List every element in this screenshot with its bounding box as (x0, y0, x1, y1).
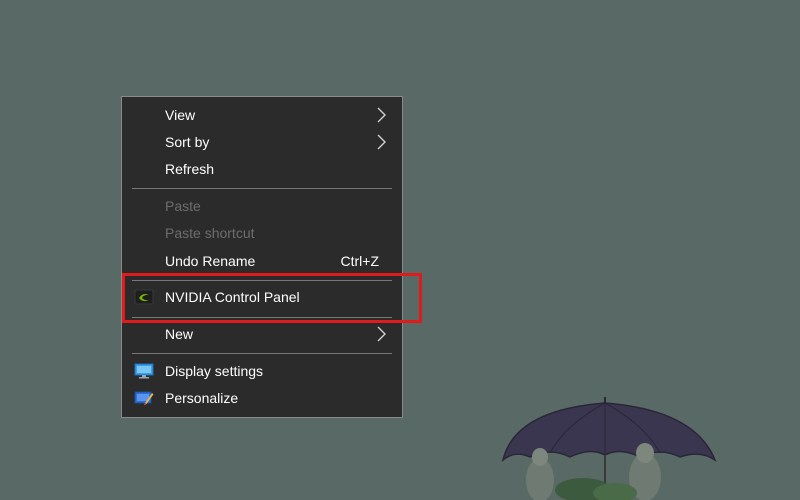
menu-separator (132, 353, 392, 354)
menu-item-view[interactable]: View (122, 102, 402, 129)
chevron-right-icon (377, 326, 386, 342)
menu-item-sort-by[interactable]: Sort by (122, 129, 402, 156)
wallpaper-umbrella-art (501, 397, 717, 500)
menu-item-undo-shortcut: Ctrl+Z (340, 253, 380, 269)
menu-item-undo-rename-label: Undo Rename (165, 253, 256, 269)
menu-item-refresh-label: Refresh (165, 161, 215, 177)
highlight-annotation-box (122, 273, 422, 323)
menu-item-personalize[interactable]: Personalize (122, 385, 402, 412)
desktop-context-menu: View Sort by Refresh Paste Paste shortcu… (121, 96, 403, 418)
menu-item-undo-rename[interactable]: Undo Rename Ctrl+Z (122, 248, 402, 275)
chevron-right-icon (377, 134, 386, 150)
menu-item-sort-by-label: Sort by (165, 134, 210, 150)
menu-item-refresh[interactable]: Refresh (122, 156, 402, 183)
personalize-icon (134, 391, 154, 406)
chevron-right-icon (377, 107, 386, 123)
menu-item-personalize-label: Personalize (165, 390, 239, 406)
menu-item-new-label: New (165, 326, 194, 342)
menu-item-view-label: View (165, 107, 196, 123)
menu-item-paste-label: Paste (165, 198, 201, 214)
menu-item-new[interactable]: New (122, 321, 402, 348)
menu-item-display-settings[interactable]: Display settings (122, 358, 402, 385)
menu-item-paste[interactable]: Paste (122, 193, 402, 220)
menu-item-paste-shortcut-label: Paste shortcut (165, 225, 255, 241)
display-settings-icon (134, 363, 154, 379)
menu-item-paste-shortcut[interactable]: Paste shortcut (122, 220, 402, 247)
menu-separator (132, 188, 392, 189)
menu-item-display-settings-label: Display settings (165, 363, 264, 379)
